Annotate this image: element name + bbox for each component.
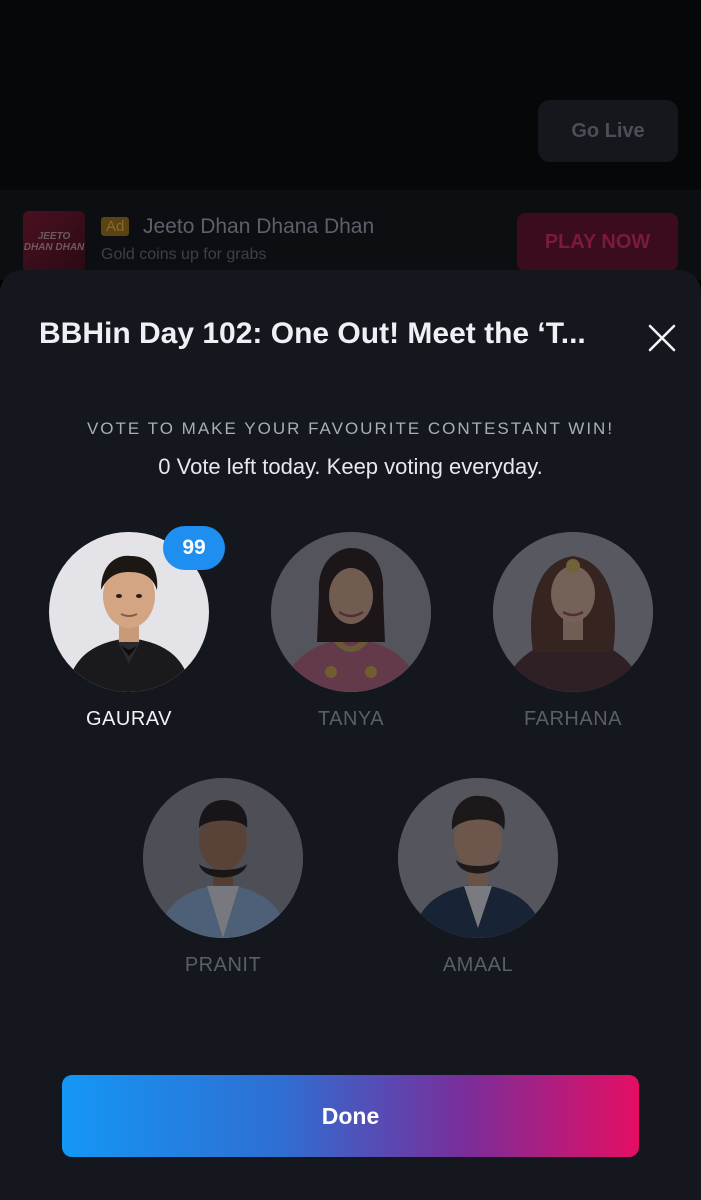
contestant-name: FARHANA (524, 708, 622, 730)
tanya-portrait (271, 532, 431, 692)
vote-count-badge: 99 (163, 526, 225, 570)
app-header-background: Go Live (0, 0, 701, 190)
contestant-name: PRANIT (184, 954, 262, 976)
ad-tag: Ad (101, 217, 130, 236)
close-button[interactable] (644, 320, 680, 356)
contestant-name: AMAAL (442, 954, 514, 976)
done-button[interactable]: Done (62, 1075, 639, 1157)
ad-thumbnail: JEETO DHAN DHAN (23, 211, 85, 273)
contestant-avatar (271, 532, 431, 692)
contestant-avatar (493, 532, 653, 692)
go-live-button[interactable]: Go Live (538, 100, 678, 162)
pranit-portrait (143, 778, 303, 938)
vote-caption: VOTE TO MAKE YOUR FAVOURITE CONTESTANT W… (86, 419, 615, 438)
ad-subtitle: Gold coins up for grabs (101, 246, 267, 263)
contestant-name: TANYA (317, 708, 385, 730)
contestant-gaurav[interactable]: 99 GAURAV (49, 526, 225, 731)
screen: Go Live JEETO DHAN DHAN Ad Jeeto Dhan Dh… (0, 0, 701, 1200)
amaal-portrait (398, 778, 558, 938)
contestant-farhana[interactable]: FARHANA (493, 532, 653, 731)
play-now-button[interactable]: PLAY NOW (517, 213, 678, 271)
contestant-avatar (143, 778, 303, 938)
sheet-title: BBHin Day 102: One Out! Meet the ‘T... (39, 317, 586, 350)
close-icon (648, 324, 676, 352)
voting-bottom-sheet: BBHin Day 102: One Out! Meet the ‘T... V… (0, 270, 701, 1200)
contestant-name: GAURAV (86, 708, 172, 730)
contestant-avatar (398, 778, 558, 938)
ad-title: Jeeto Dhan Dhana Dhan (143, 215, 375, 238)
votes-left-text: 0 Vote left today. Keep voting everyday. (158, 454, 543, 479)
contestant-amaal[interactable]: AMAAL (398, 778, 558, 977)
farhana-portrait (493, 532, 653, 692)
contestant-pranit[interactable]: PRANIT (143, 778, 303, 977)
contestant-tanya[interactable]: TANYA (271, 532, 431, 731)
ad-banner[interactable]: JEETO DHAN DHAN Ad Jeeto Dhan Dhana Dhan… (0, 190, 701, 280)
